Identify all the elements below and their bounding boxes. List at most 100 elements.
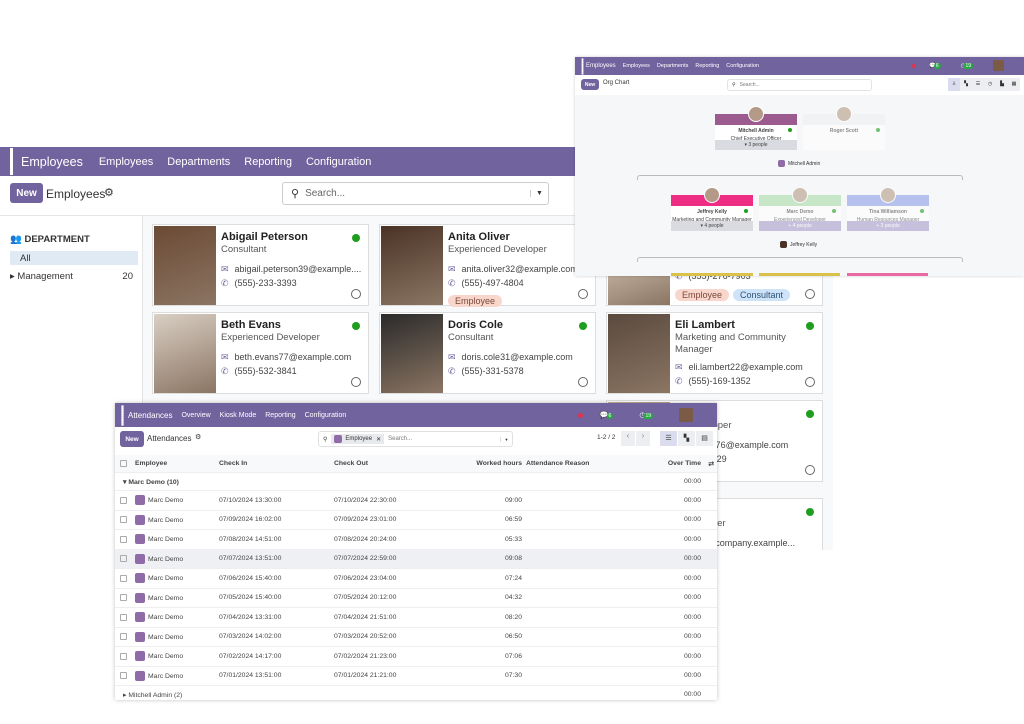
column-employee[interactable]: Employee <box>135 460 167 467</box>
gear-icon[interactable]: ⚙ <box>195 433 201 441</box>
menu-configuration[interactable]: Configuration <box>726 63 759 69</box>
menu-reporting[interactable]: Reporting <box>695 63 719 69</box>
clock-icon[interactable] <box>351 289 361 299</box>
activities-icon[interactable]: ◷19 <box>961 62 980 69</box>
table-row[interactable]: Marc Demo 07/09/2024 16:02:00 07/09/2024… <box>115 511 717 530</box>
optional-columns-toggle-icon[interactable]: ⇄ <box>708 460 714 468</box>
employee-card[interactable]: Abigail Peterson Consultant ✉ abigail.pet… <box>152 224 369 306</box>
view-org-chart-icon[interactable]: ⅄ <box>948 78 960 91</box>
clock-icon[interactable] <box>578 289 588 299</box>
table-row[interactable]: Marc Demo 07/02/2024 14:17:00 07/02/2024… <box>115 647 717 667</box>
row-checkbox[interactable] <box>120 652 127 660</box>
menu-configuration[interactable]: Configuration <box>306 156 371 168</box>
clock-icon[interactable] <box>578 377 588 387</box>
view-kanban-icon[interactable]: ▚ <box>960 78 972 91</box>
app-name[interactable]: Employees <box>21 155 83 169</box>
employee-card[interactable]: Beth Evans Experienced Developer ✉ beth.e… <box>152 312 369 394</box>
row-checkbox[interactable] <box>120 633 127 641</box>
row-checkbox[interactable] <box>120 516 127 524</box>
table-row[interactable]: Marc Demo 07/08/2024 14:51:00 07/08/2024… <box>115 530 717 550</box>
employee-card[interactable]: Eli Lambert Marketing and Community Mana… <box>606 312 823 394</box>
messages-icon[interactable]: 💬6 <box>600 411 623 419</box>
row-checkbox[interactable] <box>120 672 127 680</box>
gear-icon[interactable]: ⚙ <box>104 186 114 199</box>
view-graph-icon[interactable]: ▙ <box>996 78 1008 91</box>
employee-email[interactable]: ✉ abigail.peterson39@example.... <box>221 264 361 275</box>
sidebar-item-management[interactable]: ▸ Management 20 <box>10 271 138 282</box>
remove-facet-icon[interactable]: ✕ <box>376 436 381 443</box>
menu-overview[interactable]: Overview <box>181 412 210 419</box>
employee-email[interactable]: ✉ eli.lambert22@example.com <box>675 362 803 373</box>
group-row[interactable]: ▾ Marc Demo (10) 00:00 <box>115 473 717 491</box>
org-node[interactable]: Roger Scott <box>803 106 885 150</box>
clock-icon[interactable] <box>805 465 815 475</box>
app-grid-icon[interactable] <box>581 57 584 75</box>
clock-icon[interactable] <box>805 377 815 387</box>
table-row[interactable]: Marc Demo 07/01/2024 13:51:00 07/01/2024… <box>115 667 717 686</box>
messages-icon[interactable]: 💬6 <box>929 62 948 69</box>
menu-configuration[interactable]: Configuration <box>305 412 347 419</box>
row-checkbox[interactable] <box>120 594 127 602</box>
column-worked-hours[interactable]: Worked hours <box>476 460 522 467</box>
view-pivot-icon[interactable]: ▦ <box>1008 78 1020 91</box>
node-people-toggle[interactable]: + 4 people <box>759 221 841 231</box>
app-name[interactable]: Employees <box>586 63 616 69</box>
activities-icon[interactable]: ◷19 <box>639 411 662 419</box>
clock-icon[interactable] <box>805 289 815 299</box>
search-dropdown-toggle[interactable]: ▼ <box>530 190 548 197</box>
pager-prev-button[interactable]: ‹ <box>621 431 635 446</box>
org-node[interactable]: Tina Williamson Human Resources Manager … <box>847 187 929 231</box>
employee-card[interactable]: Doris Cole Consultant ✉ doris.cole31@exam… <box>379 312 596 394</box>
clock-icon[interactable] <box>351 377 361 387</box>
new-button[interactable]: New <box>120 431 144 447</box>
row-checkbox[interactable] <box>120 535 127 543</box>
table-row[interactable]: Marc Demo 07/04/2024 13:31:00 07/04/2024… <box>115 608 717 628</box>
group-row[interactable]: ▸ Mitchell Admin (2) 00:00 <box>115 686 717 700</box>
menu-reporting[interactable]: Reporting <box>244 156 292 168</box>
view-activity-icon[interactable]: ◷ <box>984 78 996 91</box>
user-avatar[interactable] <box>993 60 1004 71</box>
org-node[interactable]: Marc Demo Experienced Developer + 4 peop… <box>759 187 841 231</box>
menu-employees[interactable]: Employees <box>623 63 650 69</box>
app-grid-icon[interactable] <box>10 148 13 175</box>
search-dropdown-toggle[interactable]: ▼ <box>500 436 512 442</box>
employee-email[interactable]: ✉ anita.oliver32@example.com <box>448 264 578 275</box>
row-checkbox[interactable] <box>120 496 127 504</box>
view-list-icon[interactable]: ☰ <box>972 78 984 91</box>
table-row[interactable]: Marc Demo 07/10/2024 13:30:00 07/10/2024… <box>115 491 717 511</box>
search-input[interactable]: ⚲ Employee ✕ Search... ▼ <box>318 431 513 447</box>
row-checkbox[interactable] <box>120 555 127 563</box>
user-avatar[interactable] <box>679 408 693 422</box>
view-calendar-icon[interactable]: ▤ <box>696 431 713 446</box>
menu-departments[interactable]: Departments <box>657 63 689 69</box>
org-node[interactable]: Jeffrey Kelly Marketing and Community Ma… <box>671 187 753 231</box>
row-checkbox[interactable] <box>120 613 127 621</box>
menu-reporting[interactable]: Reporting <box>265 412 295 419</box>
employee-email[interactable]: ✉ beth.evans77@example.com <box>221 352 351 363</box>
employee-card[interactable]: Anita Oliver Experienced Developer ✉ anit… <box>379 224 596 307</box>
node-people-toggle[interactable]: ▾ 3 people <box>715 140 797 150</box>
org-node[interactable]: Mitchell Admin Chief Executive Officer ▾… <box>715 106 797 150</box>
app-grid-icon[interactable] <box>121 404 124 426</box>
select-all-checkbox[interactable] <box>120 460 127 467</box>
search-input[interactable]: ⚲ Search... <box>727 79 872 91</box>
node-people-toggle[interactable]: ▾ 4 people <box>671 221 753 231</box>
app-name[interactable]: Attendances <box>128 411 172 420</box>
view-kanban-icon[interactable]: ▚ <box>678 431 695 446</box>
new-button[interactable]: New <box>10 183 43 203</box>
table-row[interactable]: Marc Demo 07/07/2024 13:51:00 07/07/2024… <box>115 549 717 569</box>
table-row[interactable]: Marc Demo 07/05/2024 15:40:00 07/05/2024… <box>115 589 717 608</box>
search-input[interactable]: ⚲ Search... ▼ <box>282 182 549 205</box>
menu-employees[interactable]: Employees <box>99 156 153 168</box>
sidebar-item-all[interactable]: All <box>10 251 138 265</box>
row-checkbox[interactable] <box>120 574 127 582</box>
employee-email[interactable]: ✉ doris.cole31@example.com <box>448 352 573 363</box>
column-over-time[interactable]: Over Time <box>668 460 701 467</box>
table-row[interactable]: Marc Demo 07/06/2024 15:40:00 07/06/2024… <box>115 569 717 589</box>
menu-departments[interactable]: Departments <box>167 156 230 168</box>
column-check-out[interactable]: Check Out <box>334 460 368 467</box>
node-people-toggle[interactable]: + 3 people <box>847 221 929 231</box>
view-list-icon[interactable]: ☰ <box>660 431 677 446</box>
column-check-in[interactable]: Check In <box>219 460 247 467</box>
menu-kiosk-mode[interactable]: Kiosk Mode <box>220 412 257 419</box>
